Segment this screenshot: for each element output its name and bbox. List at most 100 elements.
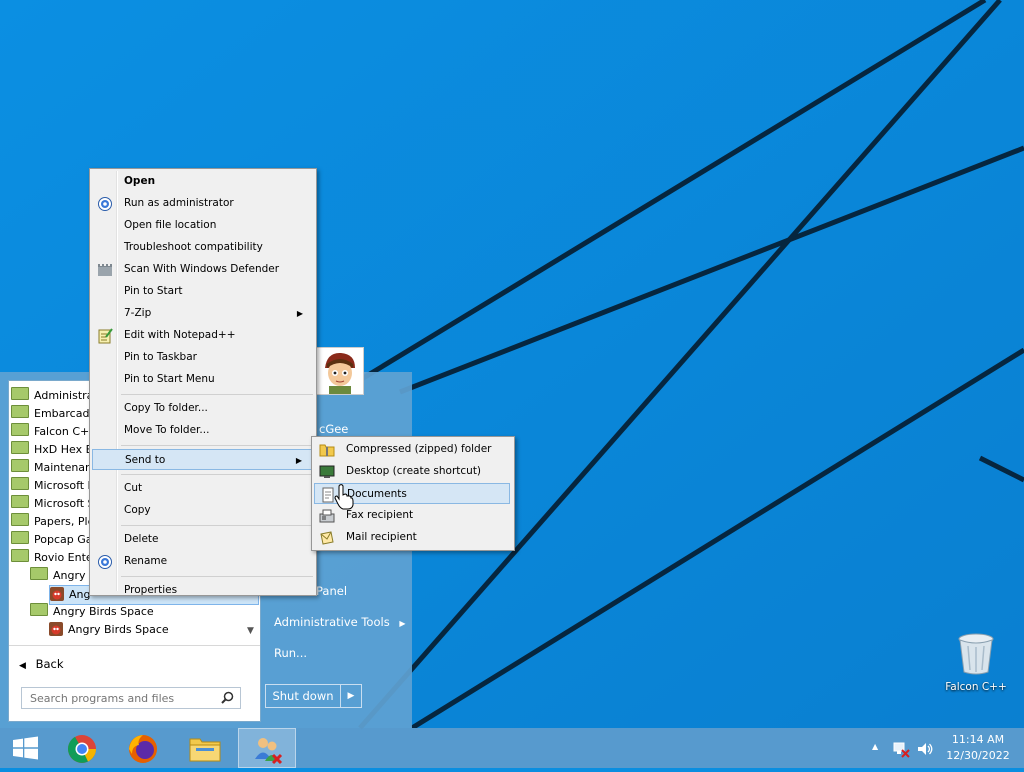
program-list-item[interactable]: HxD Hex Ed — [11, 441, 100, 459]
back-label: Back — [35, 657, 64, 671]
program-list-item[interactable]: Administra — [11, 387, 93, 405]
menu-item-open-file-location[interactable]: Open file location — [92, 215, 312, 236]
program-label: Ang — [69, 588, 91, 601]
back-button[interactable]: ◀ Back — [19, 657, 64, 671]
zip-folder-icon — [319, 442, 335, 458]
menu-separator — [121, 445, 313, 446]
run-link[interactable]: Run... — [274, 646, 307, 660]
menu-item-scan-with-windows-defender[interactable]: Scan With Windows Defender — [92, 259, 312, 280]
desktop-icon-label: Falcon C++ — [945, 681, 1007, 693]
program-label: Popcap Ga — [34, 533, 93, 546]
program-label: Maintenan — [34, 461, 93, 474]
program-list-item[interactable]: Rovio Ente — [11, 549, 93, 567]
menu-item-delete[interactable]: Delete — [92, 529, 312, 550]
folder-icon — [11, 387, 29, 400]
firefox-taskbar-button[interactable] — [116, 728, 170, 768]
menu-item-mail-recipient[interactable]: Mail recipient — [314, 527, 510, 548]
menu-item-compressed-zipped-folder[interactable]: Compressed (zipped) folder — [314, 439, 510, 460]
program-list-item[interactable]: Angry Birds Space — [30, 603, 154, 621]
menu-item-label: Delete — [124, 533, 159, 545]
file-explorer-taskbar-button[interactable] — [178, 728, 232, 768]
menu-item-label: Troubleshoot compatibility — [124, 241, 263, 253]
menu-item-label: Properties — [124, 584, 178, 596]
menu-item-copy[interactable]: Copy — [92, 500, 312, 521]
user-avatar[interactable] — [316, 347, 364, 395]
menu-item-pin-to-start[interactable]: Pin to Start — [92, 281, 312, 302]
fax-icon — [319, 508, 335, 524]
network-status-icon[interactable] — [892, 740, 910, 758]
user-name[interactable]: cGee — [319, 422, 348, 436]
program-label: Rovio Ente — [34, 551, 93, 564]
menu-item-pin-to-start-menu[interactable]: Pin to Start Menu — [92, 369, 312, 390]
menu-item-label: Documents — [347, 488, 407, 500]
program-list-item[interactable]: Microsoft E — [11, 477, 95, 495]
menu-separator — [121, 525, 313, 526]
menu-item-label: Run as administrator — [124, 197, 234, 209]
menu-item-label: Mail recipient — [346, 531, 417, 543]
volume-icon[interactable] — [916, 740, 934, 758]
menu-item-label: Compressed (zipped) folder — [346, 443, 492, 455]
control-panel-link[interactable]: Panel — [316, 584, 347, 598]
clock-date: 12/30/2022 — [946, 749, 1010, 762]
menu-item-label: Copy — [124, 504, 151, 516]
menu-item-desktop-create-shortcut[interactable]: Desktop (create shortcut) — [314, 461, 510, 482]
menu-item-rename[interactable]: Rename — [92, 551, 312, 572]
chrome-taskbar-button[interactable] — [55, 728, 109, 768]
menu-item-label: Pin to Start — [124, 285, 183, 297]
program-list-item[interactable]: Angry B — [30, 567, 97, 585]
network-users-taskbar-button[interactable] — [238, 728, 296, 768]
desktop-icon — [319, 464, 335, 480]
menu-item-label: Open file location — [124, 219, 217, 231]
program-list-item[interactable]: Popcap Ga — [11, 531, 93, 549]
program-list-item[interactable]: Maintenan — [11, 459, 92, 477]
angry-birds-app-icon — [50, 587, 64, 601]
shutdown-group: Shut down ▶ — [265, 684, 362, 708]
menu-item-label: Copy To folder... — [124, 402, 208, 414]
menu-item-edit-with-notepad[interactable]: Edit with Notepad++ — [92, 325, 312, 346]
menu-item-send-to[interactable]: Send to ▶ — [92, 449, 312, 470]
folder-icon — [30, 567, 48, 580]
search-box[interactable] — [21, 687, 241, 709]
program-label: Papers, Ple — [34, 515, 95, 528]
program-list-item[interactable]: Embarcade — [11, 405, 96, 423]
search-input[interactable] — [22, 688, 220, 707]
shutdown-button[interactable]: Shut down — [266, 685, 341, 707]
menu-item-run-as-administrator[interactable]: Run as administrator — [92, 193, 312, 214]
start-button[interactable] — [0, 728, 50, 768]
menu-item-7-zip[interactable]: 7-Zip ▶ — [92, 303, 312, 324]
program-list-item[interactable]: Angry Birds Space — [49, 621, 169, 639]
program-list-item[interactable]: Papers, Ple — [11, 513, 94, 531]
folder-icon — [11, 441, 29, 454]
folder-icon — [11, 531, 29, 544]
program-list-item[interactable]: Microsoft S — [11, 495, 95, 513]
menu-separator — [121, 474, 313, 475]
search-icon[interactable] — [221, 691, 234, 704]
menu-item-label: Scan With Windows Defender — [124, 263, 280, 275]
show-hidden-icons-icon[interactable]: ▲ — [872, 742, 878, 751]
shutdown-options-arrow-icon[interactable]: ▶ — [341, 685, 361, 707]
menu-item-properties[interactable]: Properties — [92, 580, 312, 601]
menu-item-cut[interactable]: Cut — [92, 478, 312, 499]
menu-item-label: Send to — [125, 454, 166, 466]
folder-icon — [11, 459, 29, 472]
administrative-tools-link[interactable]: Administrative Tools ▶ — [274, 615, 406, 629]
folder-icon — [11, 405, 29, 418]
shield-icon — [97, 196, 113, 212]
menu-item-open[interactable]: Open — [92, 171, 312, 192]
menu-item-pin-to-taskbar[interactable]: Pin to Taskbar — [92, 347, 312, 368]
program-list-item[interactable]: Falcon C++ — [11, 423, 98, 441]
submenu-arrow-icon: ▶ — [296, 309, 303, 318]
file-explorer-icon — [189, 738, 221, 762]
menu-item-troubleshoot-compatibility[interactable]: Troubleshoot compatibility — [92, 237, 312, 258]
menu-item-move-to-folder[interactable]: Move To folder... — [92, 420, 312, 441]
system-clock[interactable]: 11:14 AM 12/30/2022 — [938, 732, 1018, 764]
menu-separator — [121, 394, 313, 395]
scroll-down-arrow-icon[interactable]: ▼ — [247, 626, 254, 636]
menu-item-label: Open — [124, 175, 156, 187]
administrative-tools-label: Administrative Tools — [274, 615, 390, 629]
program-label: Microsoft S — [34, 497, 95, 510]
desktop-recycle-bin[interactable]: Falcon C++ — [940, 632, 1012, 693]
menu-item-copy-to-folder[interactable]: Copy To folder... — [92, 398, 312, 419]
taskbar: ▲ 11:14 AM 12/30/2022 — [0, 728, 1024, 768]
folder-icon — [11, 513, 29, 526]
